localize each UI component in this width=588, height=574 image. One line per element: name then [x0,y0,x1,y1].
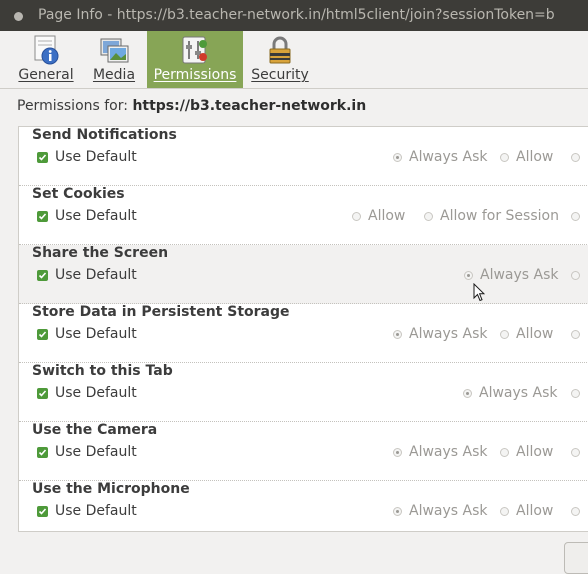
permission-row-set-cookies: Set Cookies Use Default Allow Allow for … [19,186,588,245]
radio-icon [571,507,580,516]
check-icon [37,447,48,458]
tab-security-label: Security [251,67,309,83]
radio-icon [464,271,473,280]
permission-title: Store Data in Persistent Storage [32,304,290,320]
check-icon [37,506,48,517]
radio-icon [571,330,580,339]
window-titlebar[interactable]: Page Info - https://b3.teacher-network.i… [0,0,588,31]
permissions-for: Permissions for: https://b3.teacher-netw… [17,98,366,114]
permission-title: Use the Camera [32,422,158,438]
permission-row-camera: Use the Camera Use Default Always Ask Al… [19,422,588,481]
tab-toolbar: General Media Permissions Security [0,31,588,89]
permissions-list[interactable]: Send Notifications Use Default Always As… [18,126,588,532]
radio-icon [424,212,433,221]
radio-icon [500,153,509,162]
radio-icon [500,507,509,516]
check-icon [37,152,48,163]
window-title: Page Info - https://b3.teacher-network.i… [38,7,555,23]
tab-media-label: Media [92,67,136,83]
radio-icon [393,330,402,339]
permission-row-microphone: Use the Microphone Use Default Always As… [19,481,588,531]
permissions-for-label: Permissions for: [17,98,128,114]
permission-title: Switch to this Tab [32,363,173,379]
radio-icon [571,389,580,398]
permissions-icon [179,34,211,66]
check-icon [37,329,48,340]
tab-media[interactable]: Media [86,31,142,88]
permission-row-persistent-storage: Store Data in Persistent Storage Use Def… [19,304,588,363]
check-icon [37,211,48,222]
permission-title: Send Notifications [32,127,177,143]
radio-icon [393,153,402,162]
radio-icon [571,448,580,457]
info-icon [30,34,62,66]
permissions-site: https://b3.teacher-network.in [132,98,367,114]
check-icon [37,388,48,399]
tab-permissions-label: Permissions [153,67,237,83]
radio-icon [393,448,402,457]
radio-icon [500,448,509,457]
permission-row-share-the-screen: Share the Screen Use Default Always Ask [19,245,588,304]
radio-icon [500,330,509,339]
tab-general[interactable]: General [14,31,78,88]
window-close-button[interactable] [14,12,23,21]
lock-icon [264,34,296,66]
radio-icon [571,212,580,221]
permission-title: Share the Screen [32,245,169,261]
permission-title: Use the Microphone [32,481,190,497]
check-icon [37,270,48,281]
media-icon [98,34,130,66]
radio-icon [393,507,402,516]
dialog-button[interactable] [564,542,588,574]
radio-icon [463,389,472,398]
radio-icon [571,271,580,280]
mouse-cursor-icon [473,282,486,306]
permission-title: Set Cookies [32,186,125,202]
tab-general-label: General [18,67,74,83]
radio-icon [571,153,580,162]
tab-permissions[interactable]: Permissions [147,31,243,88]
radio-icon [352,212,361,221]
permission-row-send-notifications: Send Notifications Use Default Always As… [19,127,588,186]
permission-row-switch-to-tab: Switch to this Tab Use Default Always As… [19,363,588,422]
tab-security[interactable]: Security [250,31,310,88]
